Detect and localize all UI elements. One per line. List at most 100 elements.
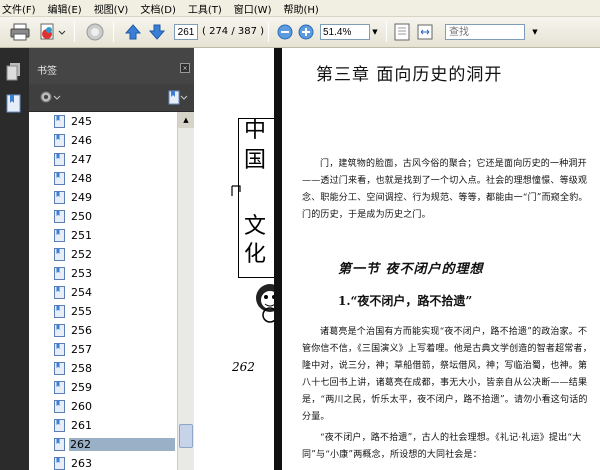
bookmark-item[interactable]: 261 — [29, 416, 177, 435]
pages-tab-icon[interactable] — [6, 62, 22, 82]
bookmark-item[interactable]: 245 — [29, 112, 177, 131]
bookmark-item[interactable]: 260 — [29, 397, 177, 416]
bookmark-label: 248 — [71, 172, 92, 185]
menu-file[interactable]: 文件(F) — [2, 1, 36, 16]
bookmark-page-icon — [54, 400, 65, 416]
print-icon[interactable] — [8, 21, 32, 43]
bookmark-page-icon — [54, 343, 65, 359]
bookmark-label: 261 — [71, 419, 92, 432]
body-paragraph: 诸葛亮是个治国有方而能实现“夜不闭户，路不拾遗”的政治家。不管你信不信，《三国演… — [302, 327, 592, 422]
bookmark-item[interactable]: 250 — [29, 207, 177, 226]
bookmark-item[interactable]: 247 — [29, 150, 177, 169]
bookmark-label: 263 — [71, 457, 92, 470]
panel-header: 书签 × — [29, 48, 194, 84]
bookmark-label: 252 — [71, 248, 92, 261]
bookmark-item[interactable]: 252 — [29, 245, 177, 264]
scroll-thumb[interactable] — [179, 424, 193, 448]
fit-page-icon[interactable] — [392, 21, 412, 43]
door-symbol-icon — [230, 184, 244, 201]
next-page-icon[interactable] — [146, 21, 168, 43]
bookmark-label: 245 — [71, 115, 92, 128]
section-title: 第一节 夜不闭户的理想 — [338, 262, 484, 277]
previous-page-icon[interactable] — [122, 21, 144, 43]
chapter-title: 第三章 面向历史的洞开 — [316, 65, 503, 85]
bookmark-item[interactable]: 253 — [29, 264, 177, 283]
bookmark-label: 259 — [71, 381, 92, 394]
panel-close-button[interactable]: × — [180, 63, 190, 73]
panel-title: 书签 — [37, 66, 57, 77]
subsection-title: 1.“夜不闭户，路不拾遗” — [338, 294, 473, 308]
menu-document[interactable]: 文档(D) — [140, 1, 176, 16]
bookmark-page-icon — [54, 115, 65, 131]
left-page: 中 国 文 化 262 — [194, 48, 284, 470]
bookmark-label: 255 — [71, 305, 92, 318]
bookmark-item[interactable]: 259 — [29, 378, 177, 397]
create-pdf-icon[interactable] — [38, 21, 68, 43]
menu-tools[interactable]: 工具(T) — [188, 1, 222, 16]
bookmark-item[interactable]: 256 — [29, 321, 177, 340]
bookmark-label: 246 — [71, 134, 92, 147]
bookmarks-tab-icon[interactable] — [6, 94, 22, 114]
body-paragraph-2: “夜不闭户，路不拾遗”，古人的社会理想。《礼记·礼运》提出“大同”与“小康”两概… — [302, 433, 582, 460]
bookmark-page-icon — [54, 210, 65, 226]
fit-width-icon[interactable] — [414, 21, 436, 43]
bookmark-list: 245 246 247 248 249 250 251 252 253 254 255 256 257 2… — [29, 112, 177, 470]
bookmark-page-icon — [54, 134, 65, 150]
bookmark-label: 258 — [71, 362, 92, 375]
page-number-input[interactable] — [174, 24, 198, 40]
bookmark-page-icon — [54, 248, 65, 264]
bookmark-label: 262 — [69, 438, 175, 451]
bookmark-item[interactable]: 257 — [29, 340, 177, 359]
bookmark-item[interactable]: 262 — [29, 435, 177, 454]
zoom-select[interactable] — [320, 24, 370, 40]
bookmark-scrollbar[interactable]: ▲ — [177, 112, 194, 470]
cover-char: 国 — [244, 148, 267, 173]
document-view[interactable]: 中 国 文 化 262 第三章 面向历史的洞开 门，建筑物的脸面，古风今俗的聚合… — [194, 48, 600, 470]
bookmark-label: 260 — [71, 400, 92, 413]
bookmark-item[interactable]: 249 — [29, 188, 177, 207]
bookmark-item[interactable]: 248 — [29, 169, 177, 188]
bookmark-page-icon — [54, 419, 65, 435]
bookmark-item[interactable]: 254 — [29, 283, 177, 302]
bookmark-label: 247 — [71, 153, 92, 166]
right-page: 第三章 面向历史的洞开 门，建筑物的脸面，古风今俗的聚合；它还是面向历史的一种洞… — [282, 48, 600, 470]
expand-bookmark-icon[interactable] — [168, 90, 188, 109]
bookmark-label: 254 — [71, 286, 92, 299]
page-count: ( 274 / 387 ) — [202, 26, 265, 37]
bookmark-label: 256 — [71, 324, 92, 337]
zoom-out-icon[interactable] — [276, 21, 294, 43]
page-number: 262 — [232, 360, 255, 374]
bookmark-page-icon — [54, 324, 65, 340]
zoom-in-icon[interactable] — [297, 21, 315, 43]
bookmark-label: 257 — [71, 343, 92, 356]
bookmark-item[interactable]: 251 — [29, 226, 177, 245]
menu-edit[interactable]: 编辑(E) — [48, 1, 82, 16]
zoom-dropdown-arrow-icon[interactable]: ▼ — [370, 24, 380, 40]
bookmark-page-icon — [54, 362, 65, 378]
scroll-up-arrow-icon[interactable]: ▲ — [178, 112, 194, 128]
bookmark-item[interactable]: 246 — [29, 131, 177, 150]
menu-help[interactable]: 帮助(H) — [283, 1, 318, 16]
bookmark-page-icon — [54, 172, 65, 188]
bookmark-item[interactable]: 258 — [29, 359, 177, 378]
bookmark-page-icon — [54, 305, 65, 321]
toolbar-separator — [268, 22, 269, 42]
toolbar: ( 274 / 387 ) ▼ ▼ — [0, 17, 600, 48]
search-input[interactable] — [445, 24, 525, 40]
menu-view[interactable]: 视图(V) — [94, 1, 129, 16]
bookmark-page-icon — [54, 229, 65, 245]
intro-paragraph: 门，建筑物的脸面，古风今俗的聚合；它还是面向历史的一种洞开——透过门来看，也就是… — [302, 159, 588, 220]
collaborate-icon[interactable] — [83, 21, 107, 43]
menu-window[interactable]: 窗口(W) — [234, 1, 272, 16]
bookmark-label: 253 — [71, 267, 92, 280]
search-dropdown-arrow-icon[interactable]: ▼ — [530, 24, 540, 40]
bookmark-page-icon — [54, 438, 65, 454]
menu-bar: 文件(F) 编辑(E) 视图(V) 文档(D) 工具(T) 窗口(W) 帮助(H… — [0, 0, 600, 17]
bookmark-item[interactable]: 263 — [29, 454, 177, 470]
options-gear-icon[interactable] — [39, 90, 61, 107]
navigation-tab-rail — [0, 48, 29, 470]
bookmark-page-icon — [54, 381, 65, 397]
bookmark-page-icon — [54, 191, 65, 207]
bookmark-item[interactable]: 255 — [29, 302, 177, 321]
bookmark-page-icon — [54, 286, 65, 302]
